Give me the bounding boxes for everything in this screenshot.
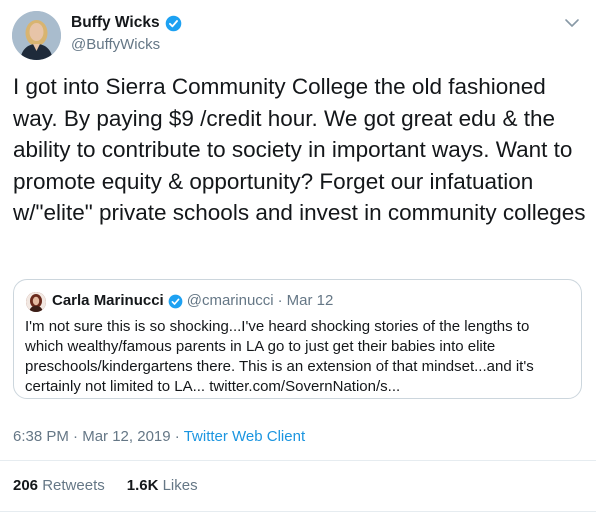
quoted-author-handle[interactable]: @cmarinucci	[187, 291, 274, 311]
author-name-row[interactable]: Buffy Wicks	[71, 13, 182, 33]
quoted-avatar[interactable]	[26, 292, 46, 312]
meta-separator: ·	[174, 428, 180, 445]
tweet-meta: 6:38 PM · Mar 12, 2019 · Twitter Web Cli…	[13, 427, 305, 447]
quoted-date[interactable]: Mar 12	[287, 291, 334, 311]
verified-badge-icon	[168, 294, 183, 308]
quoted-header: Carla Marinucci @cmarinucci · Mar 12	[52, 291, 333, 311]
quoted-separator: ·	[277, 292, 283, 309]
tweet-text: I got into Sierra Community College the …	[13, 74, 586, 225]
tweet-date[interactable]: Mar 12, 2019	[82, 428, 170, 445]
quoted-author-name[interactable]: Carla Marinucci	[52, 291, 164, 311]
author-handle[interactable]: @BuffyWicks	[71, 35, 160, 55]
avatar-image	[12, 11, 61, 60]
divider	[0, 511, 596, 512]
author-name[interactable]: Buffy Wicks	[71, 13, 160, 33]
likes-count: 1.6K	[126, 477, 159, 494]
quoted-text: I'm not sure this is so shocking...I've …	[25, 318, 534, 395]
tweet-time[interactable]: 6:38 PM	[13, 428, 69, 445]
tweet-stats: 206 Retweets 1.6K Likes	[13, 476, 198, 496]
tweet-client-link[interactable]: Twitter Web Client	[184, 428, 305, 445]
meta-separator: ·	[73, 428, 79, 445]
retweets-count: 206	[13, 477, 39, 494]
divider	[0, 460, 596, 461]
quoted-tweet[interactable]: Carla Marinucci @cmarinucci · Mar 12 I'm…	[13, 279, 582, 399]
likes-label: Likes	[162, 477, 198, 494]
likes-stat[interactable]: 1.6K Likes	[127, 477, 198, 494]
tweet-card: Buffy Wicks @BuffyWicks I got into Sierr…	[0, 0, 596, 514]
verified-badge-icon	[165, 15, 181, 31]
author-avatar[interactable]	[12, 11, 61, 60]
quoted-avatar-image	[26, 292, 46, 312]
retweets-stat[interactable]: 206 Retweets	[13, 477, 105, 494]
chevron-down-icon[interactable]	[563, 14, 581, 32]
retweets-label: Retweets	[42, 477, 105, 494]
